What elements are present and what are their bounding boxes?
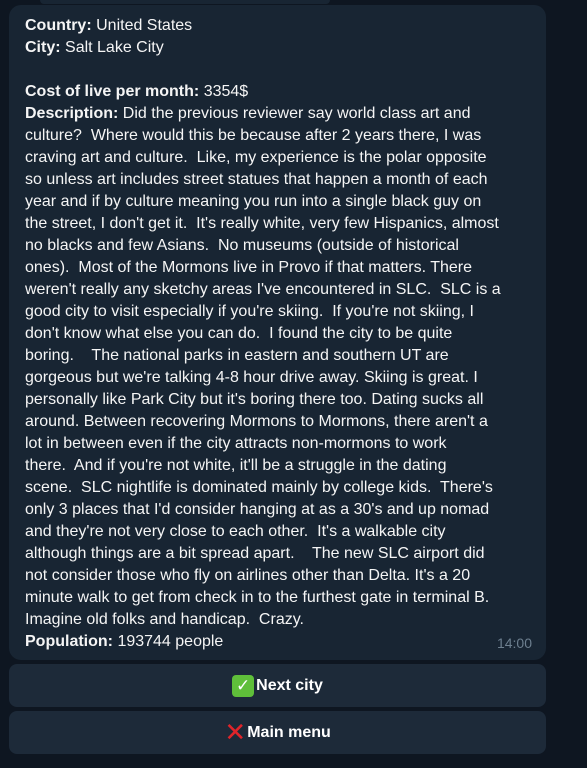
cross-mark-icon: ✕ (224, 717, 247, 748)
description-text: Did the previous reviewer say world clas… (118, 105, 471, 122)
main-menu-button[interactable]: ✕ Main menu (9, 711, 546, 754)
description-line: and they're not very close to each other… (25, 523, 446, 540)
description-line: not consider those who fly on airlines o… (25, 567, 471, 584)
description-line: the street, I don't get it. It's really … (25, 215, 499, 232)
next-city-button[interactable]: ✓ Next city (9, 664, 546, 707)
next-city-label: Next city (256, 676, 323, 694)
country-line: Country: United States (25, 15, 532, 37)
population-label: Population: (25, 633, 113, 650)
city-value: Salt Lake City (65, 39, 164, 56)
description-line: Description: Did the previous reviewer s… (25, 103, 532, 125)
description-line: good city to visit especially if you're … (25, 303, 474, 320)
country-value: United States (96, 17, 193, 34)
population-value: 193744 people (117, 633, 224, 650)
message-time: 14:00 (496, 635, 532, 651)
description-line: so unless art includes street statues th… (25, 171, 488, 188)
previous-message-edge (40, 0, 330, 4)
description-line: there. And if you're not white, it'll be… (25, 457, 447, 474)
message-bubble: Country: United States City: Salt Lake C… (9, 5, 546, 660)
description-line: although things are a bit spread apart. … (25, 545, 485, 562)
description-line: culture? Where would this be because aft… (25, 127, 482, 144)
description-line: around. Between recovering Mormons to Mo… (25, 413, 488, 430)
description-line: craving art and culture. Like, my experi… (25, 149, 487, 166)
description-line: minute walk to get from check in to the … (25, 589, 490, 606)
description-block: Description: Did the previous reviewer s… (25, 103, 532, 631)
description-line: no blacks and few Asians. No museums (ou… (25, 237, 459, 254)
description-line: personally like Park City but it's borin… (25, 391, 484, 408)
cost-line: Cost of live per month: 3354$ (25, 81, 532, 103)
description-line: don't know what else you can do. I found… (25, 325, 453, 342)
description-line: boring. The national parks in eastern an… (25, 347, 449, 364)
description-label: Description: (25, 105, 119, 122)
cost-value: 3354$ (203, 83, 249, 100)
check-mark-icon: ✓ (232, 674, 255, 697)
main-menu-label: Main menu (247, 723, 331, 741)
city-label: City: (25, 39, 61, 56)
description-line: year and if by culture meaning you run i… (25, 193, 482, 210)
description-line: Imagine old folks and handicap. Crazy. (25, 611, 304, 628)
population-line: Population: 193744 people (25, 631, 532, 653)
description-line: lot in between even if the city attracts… (25, 435, 447, 452)
description-line: only 3 places that I'd consider hanging … (25, 501, 490, 518)
description-line: scene. SLC nightlife is dominated mainly… (25, 479, 493, 496)
description-line: gorgeous but we're talking 4-8 hour driv… (25, 369, 478, 386)
country-label: Country: (25, 17, 92, 34)
description-line: ones). Most of the Mormons live in Provo… (25, 259, 472, 276)
city-line: City: Salt Lake City (25, 37, 532, 59)
cost-label: Cost of live per month: (25, 83, 200, 100)
description-line: weren't really any sketchy areas I've en… (25, 281, 501, 298)
